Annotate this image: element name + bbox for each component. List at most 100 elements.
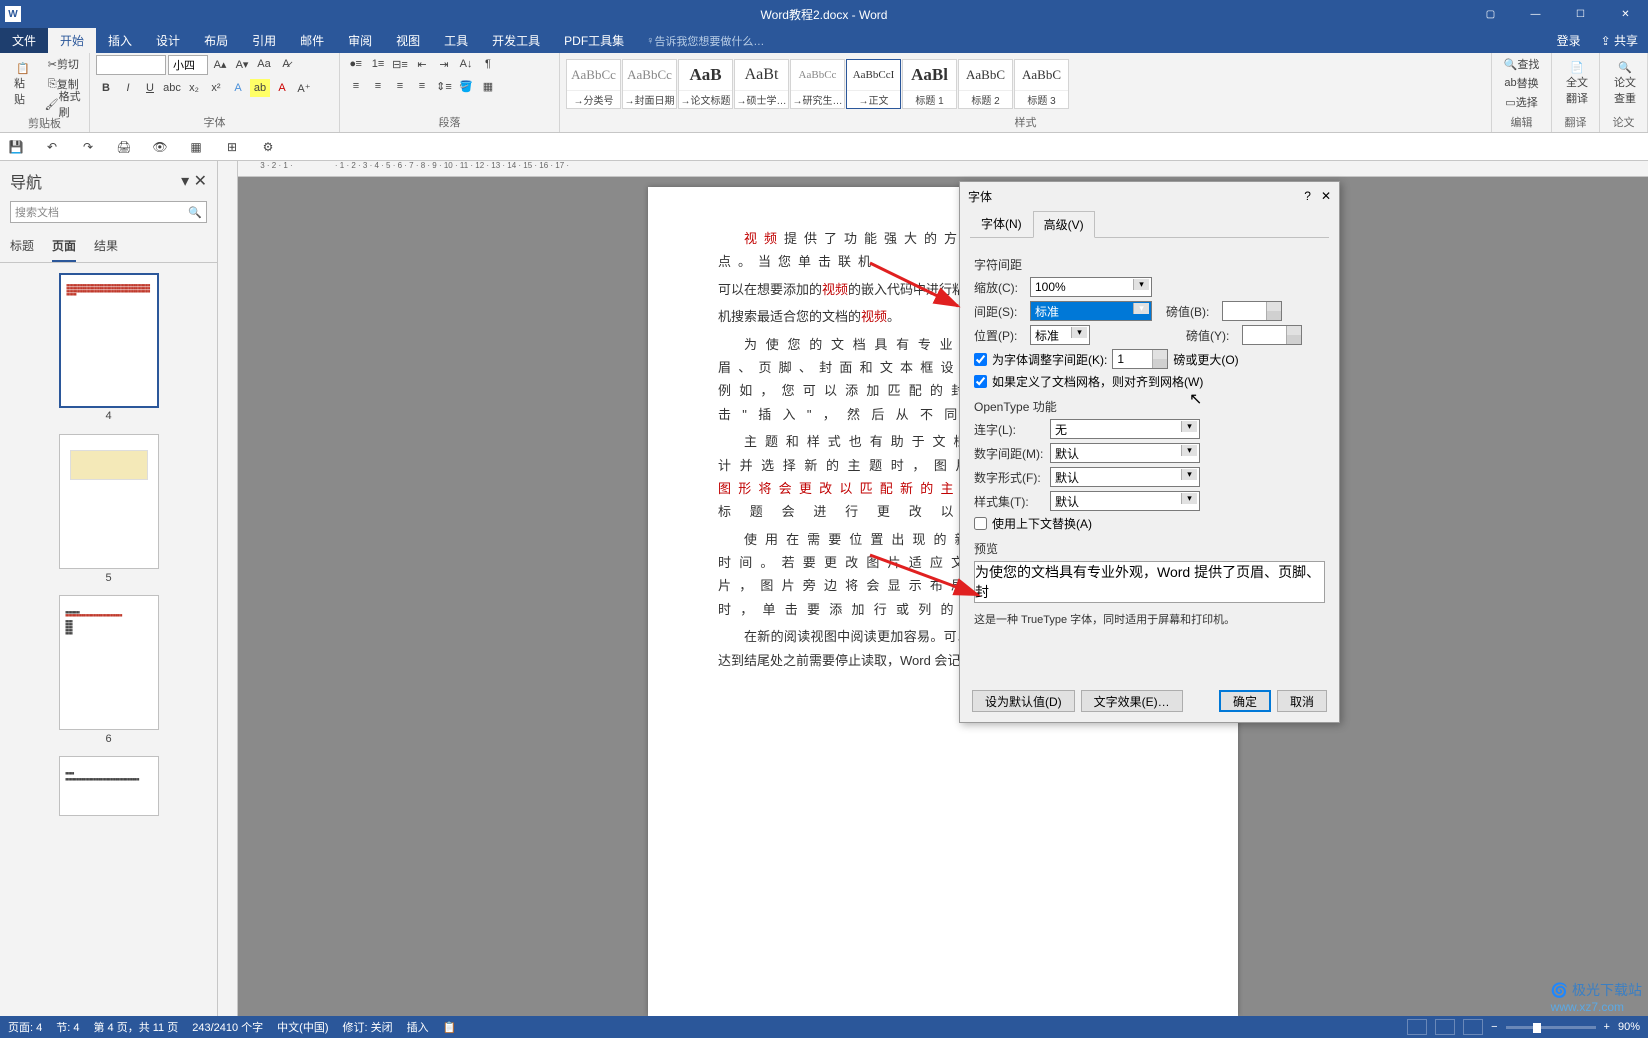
superscript-button[interactable]: x² (206, 79, 226, 97)
contextual-checkbox[interactable] (974, 517, 987, 530)
tell-me-search[interactable]: ♀ 告诉我您想要做什么… (646, 28, 764, 53)
tab-file[interactable]: 文件 (0, 28, 48, 53)
print-icon[interactable]: 🖨 (112, 135, 136, 159)
sort-button[interactable]: A↓ (456, 55, 476, 73)
italic-button[interactable]: I (118, 79, 138, 97)
phonetic-guide-button[interactable]: A⁺ (294, 79, 314, 97)
nav-search-input[interactable]: 搜索文档 🔍 (10, 201, 207, 223)
ok-button[interactable]: 确定 (1219, 690, 1271, 712)
zoom-out-button[interactable]: − (1491, 1021, 1497, 1033)
tab-home[interactable]: 开始 (48, 28, 96, 53)
layout-icon[interactable]: ⊞ (220, 135, 244, 159)
undo-icon[interactable]: ↶ (40, 135, 64, 159)
bold-button[interactable]: B (96, 79, 116, 97)
numbering-button[interactable]: 1≡ (368, 55, 388, 73)
tab-developer[interactable]: 开发工具 (480, 28, 552, 53)
redo-icon[interactable]: ↷ (76, 135, 100, 159)
scale-select[interactable]: 100% (1030, 277, 1152, 297)
ribbon-options-icon[interactable]: ▢ (1468, 0, 1513, 28)
kerning-checkbox[interactable] (974, 353, 987, 366)
search-icon[interactable]: 🔍 (188, 206, 202, 219)
spacing-value-input[interactable] (1222, 301, 1282, 321)
dialog-help-icon[interactable]: ? (1304, 189, 1311, 203)
thesis-check-button[interactable]: 🔍论文 查重 (1606, 57, 1644, 110)
text-effects-button[interactable]: A (228, 79, 248, 97)
outdent-button[interactable]: ⇤ (412, 55, 432, 73)
shading-button[interactable]: 🪣 (456, 77, 476, 95)
nav-mode-results[interactable]: 结果 (94, 231, 118, 262)
minimize-button[interactable]: — (1513, 0, 1558, 28)
cut-button[interactable]: ✂ 剪切 (44, 55, 83, 73)
show-marks-button[interactable]: ¶ (478, 55, 498, 73)
nav-mode-pages[interactable]: 页面 (52, 231, 76, 262)
replace-button[interactable]: ab 替换 (1498, 74, 1545, 92)
thumbnail-page-5[interactable]: 5 (59, 434, 159, 569)
dialog-tab-advanced[interactable]: 高级(V) (1033, 211, 1095, 238)
subscript-button[interactable]: x₂ (184, 79, 204, 97)
num-spacing-select[interactable]: 默认 (1050, 443, 1200, 463)
align-center-button[interactable]: ≡ (368, 77, 388, 95)
tab-review[interactable]: 审阅 (336, 28, 384, 53)
font-size-combo[interactable]: 小四 (168, 55, 208, 75)
text-effects-button[interactable]: 文字效果(E)… (1081, 690, 1183, 712)
underline-button[interactable]: U (140, 79, 160, 97)
status-track[interactable]: 修订: 关闭 (343, 1019, 393, 1035)
zoom-slider[interactable] (1506, 1026, 1596, 1029)
nav-close-icon[interactable]: ▾ ✕ (181, 171, 207, 191)
ligatures-select[interactable]: 无 (1050, 419, 1200, 439)
translate-button[interactable]: 📄全文 翻译 (1558, 57, 1596, 110)
vertical-ruler[interactable] (218, 161, 238, 1016)
tab-view[interactable]: 视图 (384, 28, 432, 53)
borders-button[interactable]: ▦ (478, 77, 498, 95)
strike-button[interactable]: abc (162, 79, 182, 97)
login-link[interactable]: 登录 (1547, 32, 1591, 49)
snap-grid-checkbox[interactable] (974, 375, 987, 388)
tab-references[interactable]: 引用 (240, 28, 288, 53)
close-button[interactable]: ✕ (1603, 0, 1648, 28)
view-icon[interactable]: 👁 (148, 135, 172, 159)
styleset-select[interactable]: 默认 (1050, 491, 1200, 511)
nav-mode-headings[interactable]: 标题 (10, 231, 34, 262)
tab-mailings[interactable]: 邮件 (288, 28, 336, 53)
status-insert[interactable]: 插入 (407, 1019, 429, 1035)
justify-button[interactable]: ≡ (412, 77, 432, 95)
align-left-button[interactable]: ≡ (346, 77, 366, 95)
change-case-button[interactable]: Aa (254, 55, 274, 73)
paste-button[interactable]: 📋粘贴 (6, 58, 40, 111)
set-default-button[interactable]: 设为默认值(D) (972, 690, 1075, 712)
multilevel-button[interactable]: ⊟≡ (390, 55, 410, 73)
bullets-button[interactable]: ⦁≡ (346, 55, 366, 73)
share-button[interactable]: ⇪ 共享 (1591, 32, 1648, 49)
find-button[interactable]: 🔍 查找 (1498, 55, 1545, 73)
view-web-button[interactable] (1463, 1019, 1483, 1035)
shrink-font-button[interactable]: A▾ (232, 55, 252, 73)
font-name-combo[interactable] (96, 55, 166, 75)
horizontal-ruler[interactable]: 3 · 2 · 1 · · 1 · 2 · 3 · 4 · 5 · 6 · 7 … (238, 161, 1648, 177)
tab-layout[interactable]: 布局 (192, 28, 240, 53)
save-icon[interactable]: 💾 (4, 135, 28, 159)
style-gallery[interactable]: AaBbCc→分类号 AaBbCc→封面日期 AaB→论文标题 AaBt→硕士学… (566, 59, 1069, 109)
status-page-of[interactable]: 第 4 页，共 11 页 (93, 1019, 178, 1035)
num-form-select[interactable]: 默认 (1050, 467, 1200, 487)
tab-tools[interactable]: 工具 (432, 28, 480, 53)
spacing-select[interactable]: 标准 (1030, 301, 1152, 321)
thumbnail-page-7[interactable]: ████████████████████████████████████████… (59, 756, 159, 816)
highlight-button[interactable]: ab (250, 79, 270, 97)
zoom-in-button[interactable]: + (1604, 1021, 1610, 1033)
maximize-button[interactable]: ☐ (1558, 0, 1603, 28)
position-value-input[interactable] (1242, 325, 1302, 345)
zoom-level[interactable]: 90% (1618, 1021, 1640, 1033)
dialog-close-icon[interactable]: ✕ (1321, 189, 1331, 203)
select-button[interactable]: ▭ 选择 (1498, 93, 1545, 111)
position-select[interactable]: 标准 (1030, 325, 1090, 345)
font-color-button[interactable]: A (272, 79, 292, 97)
view-read-button[interactable] (1407, 1019, 1427, 1035)
view-print-button[interactable] (1435, 1019, 1455, 1035)
cancel-button[interactable]: 取消 (1277, 690, 1327, 712)
clear-format-button[interactable]: A̷ (276, 55, 296, 73)
line-spacing-button[interactable]: ⇕≡ (434, 77, 454, 95)
align-right-button[interactable]: ≡ (390, 77, 410, 95)
status-page[interactable]: 页面: 4 (8, 1019, 42, 1035)
document-canvas[interactable]: 视频提供了功能强大的方法帮助您证明您的观点。当您单击联机 可以在想要添加的视频的… (238, 177, 1648, 1016)
thumbnail-page-6[interactable]: ████████████████████████████████████████… (59, 595, 159, 730)
